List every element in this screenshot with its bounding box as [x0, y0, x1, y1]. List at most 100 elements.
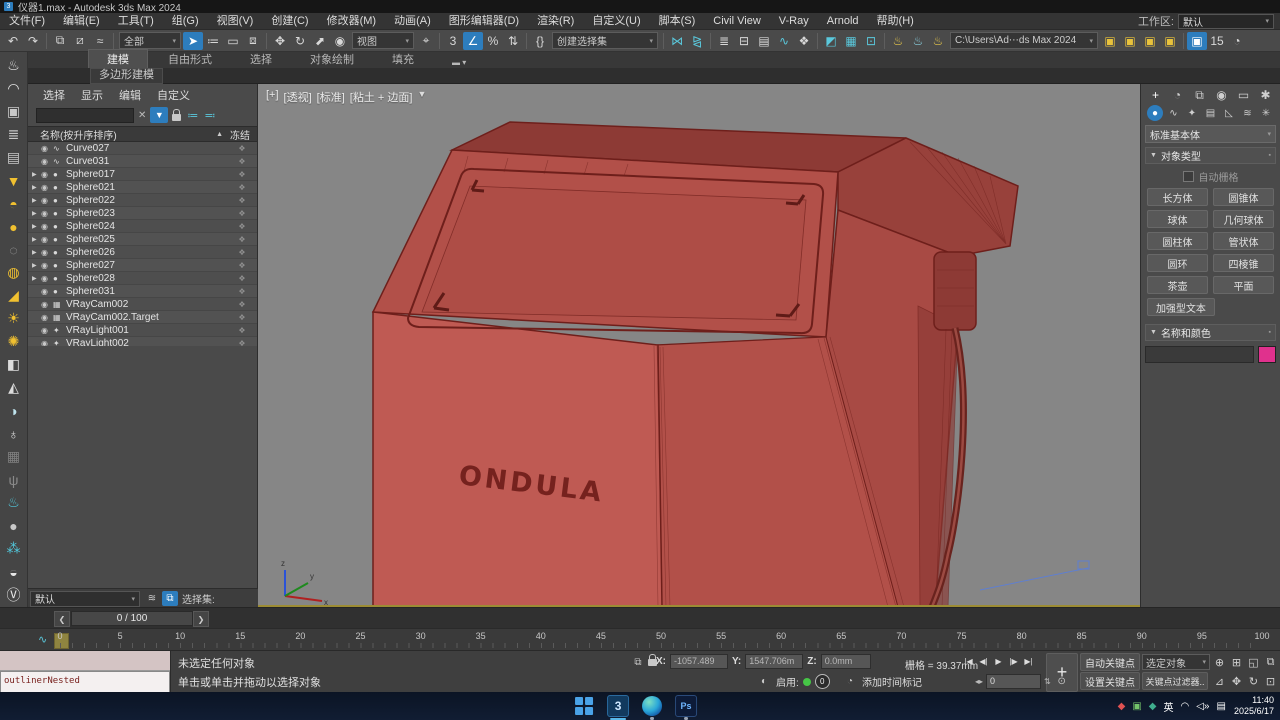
align-icon[interactable]: ⧎: [687, 32, 707, 50]
freeze-toggle-icon[interactable]: ❖: [227, 222, 257, 231]
expand-arrow-icon[interactable]: ▶: [32, 210, 41, 217]
listener-pink-pane[interactable]: [0, 651, 170, 671]
object-name[interactable]: Sphere026: [66, 247, 227, 258]
x-coordinate-field[interactable]: -1057.489: [670, 654, 728, 669]
sun-rays-icon[interactable]: ✺: [2, 330, 26, 353]
freeze-toggle-icon[interactable]: ❖: [227, 300, 257, 309]
menu-item-15[interactable]: 帮助(H): [868, 13, 923, 29]
freeze-toggle-icon[interactable]: ❖: [227, 248, 257, 257]
explorer-row[interactable]: ▶ ◉ ● Sphere022 ❖: [28, 194, 257, 207]
lamp-light-icon[interactable]: ◍: [2, 261, 26, 284]
spinner-snap-icon[interactable]: ⇅: [503, 32, 523, 50]
track-bar[interactable]: ∿ 0 5 10 15 20 25 30 35 40 45 50 55 60 65 70 75 80 85 90 95…: [0, 628, 1280, 651]
select-by-name-icon[interactable]: ≔: [203, 32, 223, 50]
freeze-toggle-icon[interactable]: ❖: [227, 183, 257, 192]
spot-light-icon[interactable]: ◢: [2, 284, 26, 307]
explorer-row[interactable]: ◉ ▦ VRayCam002.Target ❖: [28, 311, 257, 324]
object-name[interactable]: Sphere017: [66, 169, 227, 180]
object-name-input[interactable]: [1145, 346, 1254, 363]
explorer-menu-0[interactable]: 选择: [36, 87, 72, 103]
zoom-icon[interactable]: ⊕: [1212, 653, 1227, 671]
menu-item-12[interactable]: Civil View: [704, 13, 769, 29]
primitive-button-9[interactable]: 平面: [1213, 276, 1274, 294]
explorer-menu-2[interactable]: 编辑: [112, 87, 148, 103]
go-to-start-button[interactable]: |◀: [962, 654, 975, 669]
maxscript-mini-listener[interactable]: outlinerNested: [0, 651, 171, 693]
frame-left-right-icon[interactable]: ◂▸: [975, 677, 983, 686]
box-3d-icon[interactable]: ◧: [2, 353, 26, 376]
vray-icon[interactable]: Ⓥ: [2, 583, 26, 606]
camera-icon[interactable]: ▤: [2, 146, 26, 169]
subtab-shapes-icon[interactable]: ∿: [1166, 105, 1182, 121]
go-to-end-button[interactable]: ▶|: [1022, 654, 1035, 669]
freeze-toggle-icon[interactable]: ❖: [227, 274, 257, 283]
snaps-toggle-icon[interactable]: 3: [443, 32, 463, 50]
freeze-toggle-icon[interactable]: ❖: [227, 235, 257, 244]
explorer-row[interactable]: ▶ ◉ ● Sphere024 ❖: [28, 220, 257, 233]
isolate-selection-icon[interactable]: ⧉: [630, 655, 646, 670]
sun-icon[interactable]: ☀: [2, 307, 26, 330]
object-name[interactable]: VRayCam002.Target: [66, 312, 227, 323]
tab-create-icon[interactable]: +: [1147, 87, 1164, 103]
subtab-helpers-icon[interactable]: ◺: [1221, 105, 1237, 121]
primitive-button-10[interactable]: 加强型文本: [1147, 298, 1215, 316]
category-dropdown[interactable]: 标准基本体 ▾: [1145, 125, 1276, 143]
taskbar-photoshop[interactable]: Ps: [675, 695, 698, 720]
explorer-row[interactable]: ◉ ∿ Curve031 ❖: [28, 155, 257, 168]
footer-explorer-icon[interactable]: ⧉: [162, 591, 178, 606]
object-name[interactable]: Sphere023: [66, 208, 227, 219]
object-name[interactable]: Sphere024: [66, 221, 227, 232]
folder-new-icon[interactable]: ▣: [1100, 32, 1120, 50]
layer-explorer-toggle-icon[interactable]: ⊟: [734, 32, 754, 50]
subtab-systems-icon[interactable]: ✳: [1258, 105, 1274, 121]
folder-save-icon[interactable]: ▣: [1120, 32, 1140, 50]
expand-arrow-icon[interactable]: ▶: [32, 236, 41, 243]
primitive-button-2[interactable]: 球体: [1147, 210, 1208, 228]
frame-indicator[interactable]: 0 / 100: [71, 611, 193, 626]
expand-arrow-icon[interactable]: ▶: [32, 171, 41, 178]
scene-explorer-toggle-icon[interactable]: ≣: [714, 32, 734, 50]
bind-to-space-warp-icon[interactable]: ≈: [90, 32, 110, 50]
freeze-toggle-icon[interactable]: ❖: [227, 313, 257, 322]
taskbar-edge[interactable]: [641, 695, 663, 720]
explorer-menu-1[interactable]: 显示: [74, 87, 110, 103]
palette-icon[interactable]: ◒: [2, 560, 26, 583]
menu-item-10[interactable]: 自定义(U): [583, 13, 649, 29]
history-icon[interactable]: ◔: [1227, 32, 1247, 50]
viewport-menu-shading[interactable]: [粘土 + 边面]: [350, 89, 413, 105]
expand-arrow-icon[interactable]: ▶: [32, 184, 41, 191]
select-and-place-icon[interactable]: ◉: [330, 32, 350, 50]
auto-key-button[interactable]: 自动关键点: [1080, 653, 1140, 671]
visibility-eye-icon[interactable]: ◉: [41, 313, 53, 322]
reference-coordinate-dropdown[interactable]: 视图 ▾: [352, 32, 414, 49]
explorer-row[interactable]: ◉ ✦ VRayLight002 ❖: [28, 337, 257, 346]
explorer-column-header[interactable]: 名称(按升序排序) ▲ 冻结: [28, 126, 257, 142]
explorer-row[interactable]: ◉ ∿ Curve027 ❖: [28, 142, 257, 155]
key-target-dropdown[interactable]: 选定对象 ▾: [1142, 654, 1210, 670]
angle-snap-icon[interactable]: ∠: [463, 31, 483, 50]
scene-list-icon[interactable]: ≣: [2, 123, 26, 146]
freeze-toggle-icon[interactable]: ❖: [227, 339, 257, 347]
filter-funnel-icon[interactable]: ▼: [150, 107, 169, 123]
hierarchy-view-icon[interactable]: ≔: [187, 109, 198, 122]
freeze-toggle-icon[interactable]: ❖: [227, 287, 257, 296]
freeze-toggle-icon[interactable]: ❖: [227, 157, 257, 166]
primitive-button-8[interactable]: 茶壶: [1147, 276, 1208, 294]
volume-icon[interactable]: ◁»: [1196, 701, 1209, 712]
explorer-search-input[interactable]: [36, 107, 134, 123]
object-name[interactable]: Sphere031: [66, 286, 227, 297]
workspace-dropdown[interactable]: 默认 ▾: [1178, 13, 1274, 29]
footer-list-icon[interactable]: ≋: [144, 591, 160, 606]
viewport-filter-icon[interactable]: ▼: [417, 89, 426, 105]
battery-icon[interactable]: ▤: [1217, 701, 1226, 712]
viewport-menu-renderer[interactable]: [标准]: [317, 89, 345, 105]
menu-item-2[interactable]: 工具(T): [109, 13, 163, 29]
explorer-row[interactable]: ▶ ◉ ● Sphere021 ❖: [28, 181, 257, 194]
visibility-eye-icon[interactable]: ◉: [41, 157, 53, 166]
tab-hierarchy-icon[interactable]: ⧉: [1191, 87, 1208, 103]
frame-spinner-arrows[interactable]: ⇅: [1044, 677, 1051, 686]
pan-icon[interactable]: ✥: [1229, 672, 1244, 690]
mirror-icon[interactable]: ⋈: [667, 32, 687, 50]
expand-arrow-icon[interactable]: ▶: [32, 223, 41, 230]
fire-effect-icon[interactable]: ♨: [2, 491, 26, 514]
